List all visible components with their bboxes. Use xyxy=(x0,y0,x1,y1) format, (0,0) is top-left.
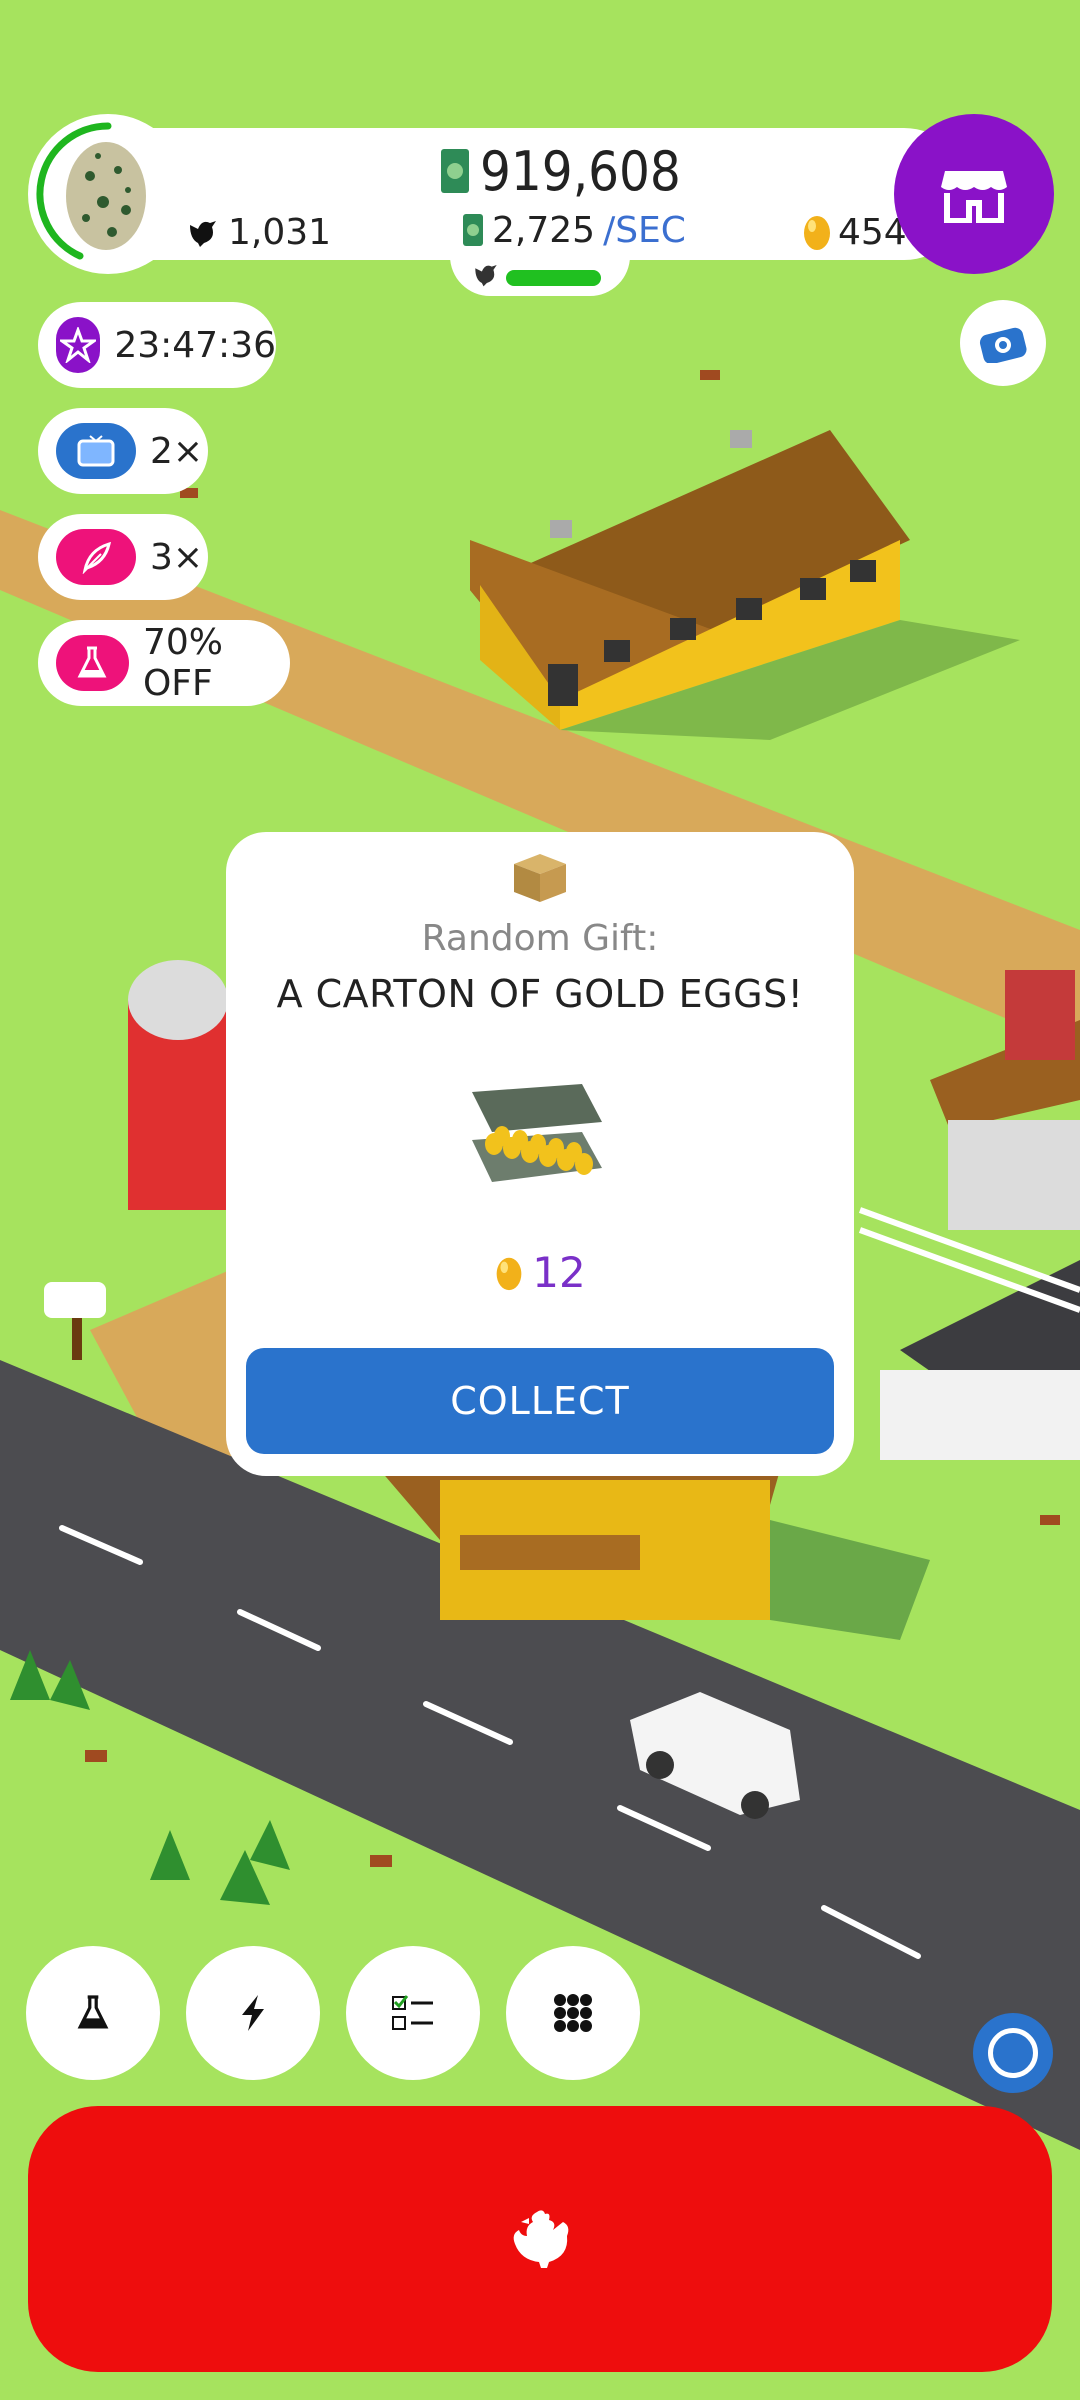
chicken-icon xyxy=(190,221,216,247)
feather-boost-pill[interactable]: 3× xyxy=(38,514,208,600)
dialog-title: Random Gift: xyxy=(421,918,659,959)
camera-icon xyxy=(979,327,1027,363)
hatch-chicken-button[interactable] xyxy=(28,2106,1052,2372)
research-button[interactable] xyxy=(26,1946,160,2080)
gold-egg-icon xyxy=(804,216,830,250)
gold-egg-icon xyxy=(496,1257,522,1290)
gold-egg-carton-icon xyxy=(472,1084,602,1182)
cash-icon xyxy=(463,214,483,246)
chicken-icon xyxy=(475,264,497,287)
income-rate-value: 2,725 xyxy=(492,209,596,251)
flask-icon xyxy=(77,1995,109,2029)
reward-amount-value: 12 xyxy=(532,1248,586,1297)
collect-button[interactable]: COLLECT xyxy=(246,1348,834,1454)
event-timer-pill[interactable]: 23:47:36 xyxy=(38,302,276,388)
chicken-icon xyxy=(513,2210,569,2268)
gift-box-icon xyxy=(514,854,566,902)
video-boost-pill[interactable]: 2× xyxy=(38,408,208,494)
boosts-button[interactable] xyxy=(186,1946,320,2080)
tv-icon xyxy=(56,423,136,479)
reward-amount: 12 xyxy=(226,1248,854,1297)
chicken-count: 1,031 xyxy=(186,208,331,256)
research-discount-pill[interactable]: 70% OFF xyxy=(38,620,290,706)
production-progress-bar xyxy=(506,270,601,286)
checklist-icon xyxy=(392,1995,433,2030)
gold-egg-count: 454 xyxy=(802,208,907,256)
feather-icon xyxy=(56,529,136,585)
star-icon xyxy=(56,317,101,373)
random-gift-dialog: Random Gift: A CARTON OF GOLD EGGS! 12 C… xyxy=(226,832,854,1476)
income-rate: 2,725/SEC xyxy=(462,206,686,254)
tasks-button[interactable] xyxy=(346,1946,480,2080)
event-timer: 23:47:36 xyxy=(114,324,276,366)
money-display: 919,608 xyxy=(440,136,681,206)
money-value: 919,608 xyxy=(480,139,681,203)
grid-icon xyxy=(554,1994,592,2032)
lightning-icon xyxy=(242,1995,264,2031)
chicken-count-value: 1,031 xyxy=(228,211,332,253)
menu-button[interactable] xyxy=(506,1946,640,2080)
egg-progress-button[interactable] xyxy=(28,114,188,274)
feather-boost-multiplier: 3× xyxy=(150,536,204,578)
flask-icon xyxy=(56,635,129,691)
video-boost-multiplier: 2× xyxy=(150,430,204,472)
income-rate-unit: /SEC xyxy=(603,209,686,251)
dialog-subtitle: A CARTON OF GOLD EGGS! xyxy=(276,972,804,1016)
research-discount: 70% OFF xyxy=(142,622,223,704)
cash-icon xyxy=(441,149,469,193)
shop-icon xyxy=(941,171,1007,223)
assistant-button[interactable] xyxy=(973,2013,1053,2093)
camera-button[interactable] xyxy=(960,300,1046,386)
shop-button[interactable] xyxy=(894,114,1054,274)
circle-icon xyxy=(988,2028,1038,2078)
egg-icon xyxy=(36,122,146,260)
gold-egg-count-value: 454 xyxy=(838,211,907,253)
